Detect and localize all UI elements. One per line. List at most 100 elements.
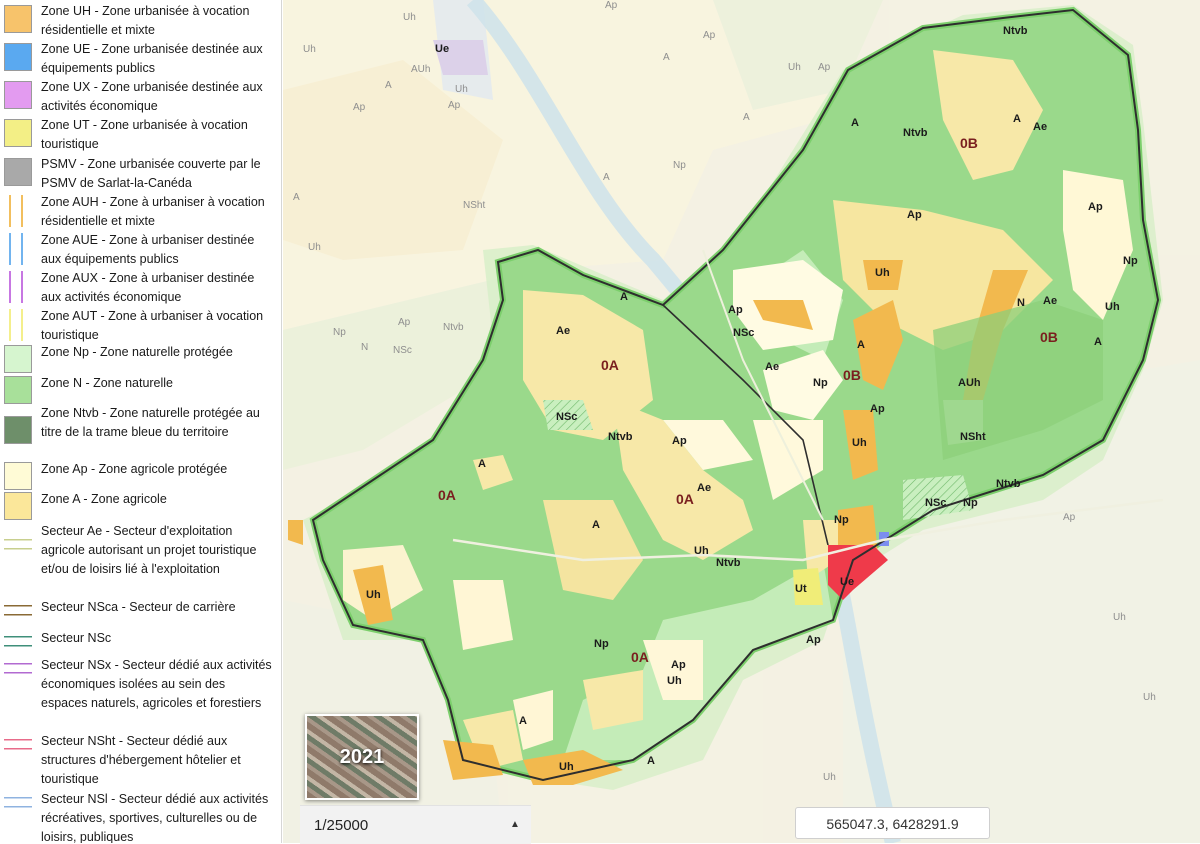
svg-text:N: N [361, 342, 368, 353]
legend-label: Zone UT - Zone urbanisée à vocation tour… [41, 118, 248, 152]
legend-swatch [4, 5, 32, 33]
legend-label: Secteur NSca - Secteur de carrière [41, 600, 236, 614]
svg-text:Ae: Ae [765, 361, 779, 373]
svg-text:Uh: Uh [366, 589, 381, 601]
svg-text:0A: 0A [438, 487, 456, 503]
svg-text:Uh: Uh [455, 84, 468, 95]
map-canvas[interactable]: Ap A Uh Uh Ap Ap Ap Uh Ap Ap A A A NSht … [283, 0, 1200, 843]
svg-text:Ap: Ap [818, 62, 831, 73]
svg-text:Ntvb: Ntvb [608, 431, 633, 443]
legend-label: Zone AUH - Zone à urbaniser à vocation r… [41, 195, 265, 229]
svg-text:AUh: AUh [958, 377, 981, 389]
svg-text:Uh: Uh [1105, 301, 1120, 313]
svg-text:Ae: Ae [1043, 295, 1057, 307]
legend-swatch [4, 345, 32, 373]
legend-label: Zone UE - Zone urbanisée destinée aux éq… [41, 42, 263, 76]
svg-text:A: A [1094, 336, 1102, 348]
basemap-year-thumbnail[interactable]: 2021 [305, 714, 419, 800]
svg-text:A: A [293, 192, 300, 203]
svg-text:0B: 0B [960, 135, 978, 151]
map-legend: Zone UH - Zone urbanisée à vocation rési… [0, 0, 282, 843]
svg-text:Np: Np [1123, 255, 1138, 267]
svg-text:Ntvb: Ntvb [903, 127, 928, 139]
legend-label: Zone UH - Zone urbanisée à vocation rési… [41, 4, 250, 38]
legend-label: PSMV - Zone urbanisée couverte par le PS… [41, 157, 261, 191]
coordinates-value: 565047.3, 6428291.9 [826, 816, 959, 832]
svg-text:N: N [1017, 297, 1025, 309]
svg-text:Uh: Uh [823, 772, 836, 783]
svg-text:Ue: Ue [840, 576, 854, 588]
svg-text:A: A [663, 52, 670, 63]
legend-swatch [4, 81, 32, 109]
svg-text:Uh: Uh [788, 62, 801, 73]
legend-label: Zone A - Zone agricole [41, 492, 167, 506]
svg-text:Ap: Ap [703, 30, 716, 41]
svg-text:NSc: NSc [733, 327, 754, 339]
legend-swatch [4, 416, 32, 444]
legend-label: Zone N - Zone naturelle [41, 376, 174, 390]
svg-text:A: A [743, 112, 750, 123]
svg-text:0B: 0B [843, 367, 861, 383]
svg-text:Ap: Ap [398, 317, 411, 328]
legend-label: Zone AUT - Zone à urbaniser à vocation t… [41, 309, 264, 343]
svg-text:A: A [647, 755, 655, 767]
legend-swatch [4, 602, 32, 620]
svg-text:Np: Np [963, 497, 978, 509]
svg-text:Uh: Uh [852, 437, 867, 449]
svg-text:Ae: Ae [1033, 121, 1047, 133]
legend-label: Zone Ntvb - Zone naturelle protégée au t… [41, 406, 260, 440]
svg-text:Ntvb: Ntvb [443, 322, 464, 333]
legend-swatch [4, 43, 32, 71]
svg-text:A: A [592, 519, 600, 531]
legend-swatch [4, 195, 32, 227]
svg-text:Ntvb: Ntvb [716, 557, 741, 569]
svg-text:Ap: Ap [605, 0, 618, 11]
svg-text:Ue: Ue [435, 43, 449, 55]
svg-text:Ap: Ap [1088, 201, 1103, 213]
svg-text:Ap: Ap [1063, 512, 1076, 523]
svg-text:Ap: Ap [806, 634, 821, 646]
legend-swatch [4, 233, 32, 265]
legend-label: Zone AUE - Zone à urbaniser destinée aux… [41, 233, 255, 267]
legend-swatch [4, 660, 32, 678]
legend-label: Zone Np - Zone naturelle protégée [41, 345, 233, 359]
svg-text:Ntvb: Ntvb [996, 478, 1021, 490]
svg-text:Uh: Uh [667, 675, 682, 687]
svg-text:A: A [1013, 113, 1021, 125]
svg-text:Uh: Uh [303, 44, 316, 55]
svg-text:Ap: Ap [672, 435, 687, 447]
scale-selector[interactable]: 1/25000 ▲ [300, 805, 531, 844]
legend-swatch [4, 633, 32, 651]
svg-text:Np: Np [594, 638, 609, 650]
legend-label: Zone UX - Zone urbanisée destinée aux ac… [41, 80, 263, 114]
legend-label: Secteur NSht - Secteur dédié aux structu… [41, 734, 241, 787]
svg-text:Uh: Uh [694, 545, 709, 557]
svg-text:Ntvb: Ntvb [1003, 25, 1028, 37]
svg-text:A: A [851, 117, 859, 129]
svg-text:AUh: AUh [411, 64, 430, 75]
svg-text:NSc: NSc [925, 497, 946, 509]
caret-up-icon: ▲ [510, 819, 520, 830]
svg-text:A: A [385, 80, 392, 91]
svg-text:NSc: NSc [556, 411, 577, 423]
svg-text:Np: Np [813, 377, 828, 389]
legend-swatch [4, 158, 32, 186]
svg-text:A: A [519, 715, 527, 727]
svg-text:0B: 0B [1040, 329, 1058, 345]
svg-text:Np: Np [333, 327, 346, 338]
svg-text:0A: 0A [631, 649, 649, 665]
svg-text:NSht: NSht [960, 431, 986, 443]
svg-text:Ut: Ut [795, 583, 807, 595]
svg-text:Uh: Uh [1143, 692, 1156, 703]
svg-text:Ap: Ap [870, 403, 885, 415]
map-view[interactable]: Ap A Uh Uh Ap Ap Ap Uh Ap Ap A A A NSht … [283, 0, 1200, 843]
svg-text:Ap: Ap [353, 102, 366, 113]
legend-swatch [4, 462, 32, 490]
basemap-year-label: 2021 [339, 746, 385, 768]
svg-text:A: A [603, 172, 610, 183]
legend-label: Secteur NSc [41, 631, 112, 645]
legend-swatch [4, 536, 32, 554]
legend-label: Secteur Ae - Secteur d'exploitation agri… [41, 524, 257, 577]
legend-swatch [4, 794, 32, 812]
svg-text:Np: Np [673, 160, 686, 171]
